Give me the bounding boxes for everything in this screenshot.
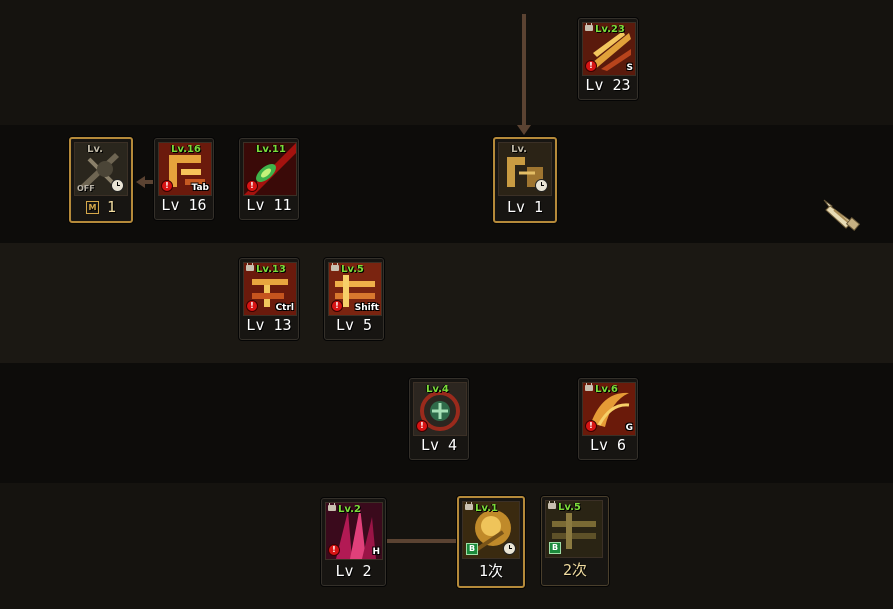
hotkey-label: Shift: [354, 303, 379, 313]
level-badge: Lv.13: [256, 264, 286, 275]
scroll-cursor-icon: [822, 196, 862, 236]
level-badge: Lv.4: [426, 384, 449, 395]
skill-tier-label: 1次: [478, 562, 504, 580]
skill-level-label: Lv 5: [335, 316, 373, 334]
skill-slot-lv2[interactable]: Lv.2 ! H Lv 2: [321, 498, 386, 586]
alert-icon: !: [416, 420, 428, 432]
slot-mark: M: [85, 201, 99, 214]
alert-icon: !: [246, 300, 258, 312]
skill-tree-panel: Lv.23 ! S Lv 23 Lv. OFF M1 Lv.16 ! Tab L…: [0, 0, 893, 609]
skill-icon: Lv. OFF: [74, 142, 128, 196]
level-badge: Lv.: [511, 144, 527, 155]
alert-icon: !: [585, 420, 597, 432]
skill-slot-second-tier[interactable]: Lv.5 B 2次: [541, 496, 609, 586]
hotkey-label: G: [625, 423, 633, 433]
alert-icon: !: [328, 544, 340, 556]
level-badge: Lv.23: [595, 24, 625, 35]
skill-level-label: Lv 6: [589, 436, 627, 454]
skill-icon: Lv.11 !: [243, 142, 297, 196]
skill-level-label: Lv 1: [506, 198, 544, 216]
skill-icon: Lv.6 ! G: [582, 382, 636, 436]
lock-icon: [246, 263, 254, 271]
b-mark: B: [466, 543, 478, 555]
lock-icon: [328, 503, 336, 511]
b-mark: B: [549, 542, 561, 554]
skill-slot-lv4[interactable]: Lv.4 ! Lv 4: [409, 378, 469, 460]
skill-icon: Lv.5 B: [545, 500, 603, 558]
skill-level-label: Lv 11: [246, 196, 292, 214]
connector-line: [145, 180, 153, 184]
skill-level-label: Lv 16: [161, 196, 207, 214]
clock-icon: [535, 179, 548, 192]
connector-arrow: [517, 125, 531, 135]
skill-slot-lv23[interactable]: Lv.23 ! S Lv 23: [578, 18, 638, 100]
hotkey-label: S: [626, 63, 633, 73]
skill-icon: Lv.16 ! Tab: [158, 142, 212, 196]
lock-icon: [548, 501, 556, 509]
skill-icon: Lv.23 ! S: [582, 22, 636, 76]
skill-slot-lv1[interactable]: Lv. Lv 1: [493, 137, 557, 223]
skill-slot-first-tier[interactable]: Lv.1 B 1次: [457, 496, 525, 588]
skill-tier-label: 2次: [562, 561, 588, 579]
skill-slot-off[interactable]: Lv. OFF M1: [69, 137, 133, 223]
level-badge: Lv.5: [341, 264, 364, 275]
skill-slot-lv13[interactable]: Lv.13 ! Ctrl Lv 13: [239, 258, 299, 340]
background-band: [0, 483, 893, 609]
alert-icon: !: [246, 180, 258, 192]
level-badge: Lv.6: [595, 384, 618, 395]
skill-level-label: Lv 2: [335, 562, 372, 580]
off-state-label: OFF: [77, 184, 95, 193]
level-badge: Lv.16: [171, 144, 201, 155]
skill-slot-lv16[interactable]: Lv.16 ! Tab Lv 16: [154, 138, 214, 220]
skill-icon: Lv.: [498, 142, 552, 196]
skill-level-label: Lv 23: [585, 76, 631, 94]
skill-icon: Lv.1 B: [462, 501, 520, 559]
background-band: [0, 243, 893, 363]
background-band: [0, 0, 893, 125]
clock-icon: [111, 179, 124, 192]
level-badge: Lv.: [87, 144, 103, 155]
clock-icon: [503, 542, 516, 555]
alert-icon: !: [331, 300, 343, 312]
lock-icon: [465, 502, 473, 510]
lock-icon: [585, 383, 593, 391]
hotkey-label: Ctrl: [275, 303, 294, 313]
skill-count: 1: [106, 198, 117, 216]
skill-slot-lv11[interactable]: Lv.11 ! Lv 11: [239, 138, 299, 220]
alert-icon: !: [161, 180, 173, 192]
skill-count-label: M1: [71, 198, 131, 216]
lock-icon: [585, 23, 593, 31]
skill-slot-lv6[interactable]: Lv.6 ! G Lv 6: [578, 378, 638, 460]
hotkey-label: H: [372, 547, 380, 557]
lock-icon: [331, 263, 339, 271]
level-badge: Lv.2: [338, 504, 361, 515]
alert-icon: !: [585, 60, 597, 72]
connector-line: [522, 14, 526, 126]
level-badge: Lv.1: [475, 503, 498, 514]
skill-icon: Lv.2 ! H: [325, 502, 383, 560]
connector-line: [386, 539, 458, 543]
skill-icon: Lv.4 !: [413, 382, 467, 436]
skill-level-label: Lv 13: [246, 316, 292, 334]
level-badge: Lv.5: [558, 502, 581, 513]
skill-icon: Lv.13 ! Ctrl: [243, 262, 297, 316]
background-band: [0, 125, 893, 243]
connector-arrow: [136, 176, 145, 188]
hotkey-label: Tab: [191, 183, 210, 193]
skill-level-label: Lv 4: [420, 436, 458, 454]
level-badge: Lv.11: [256, 144, 286, 155]
skill-icon: Lv.5 ! Shift: [328, 262, 382, 316]
skill-slot-lv5[interactable]: Lv.5 ! Shift Lv 5: [324, 258, 384, 340]
